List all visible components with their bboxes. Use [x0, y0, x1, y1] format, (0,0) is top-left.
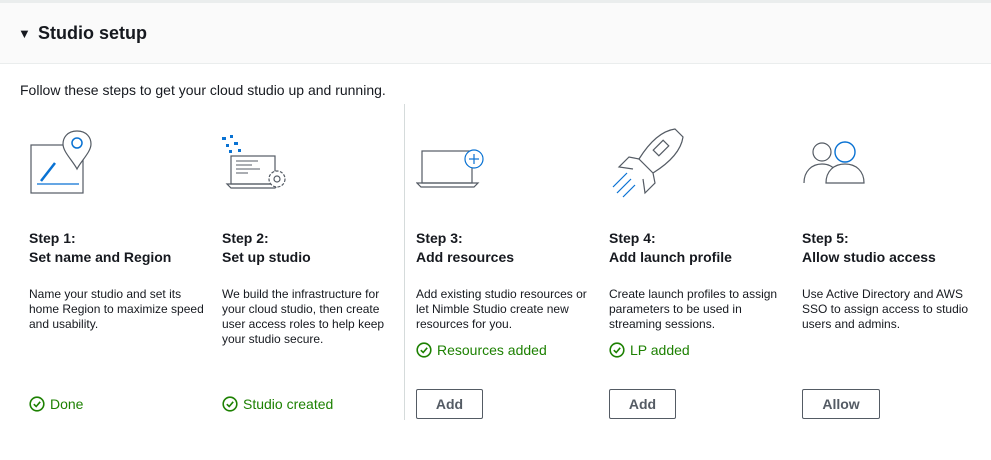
status-lp-added: LP added	[609, 342, 690, 358]
intro-text: Follow these steps to get your cloud stu…	[20, 82, 386, 98]
status-studio-created: Studio created	[222, 396, 333, 412]
status-label: LP added	[630, 342, 690, 358]
panel-title: Studio setup	[38, 22, 147, 43]
step-3: Step 3: Add resources Add existing studi…	[416, 125, 601, 425]
step-number: Step 2:	[222, 230, 269, 246]
step-number: Step 5:	[802, 230, 849, 246]
rocket-icon	[612, 128, 684, 198]
step-description: Add existing studio resources or let Nim…	[416, 287, 587, 331]
step-title: Add resources	[416, 249, 515, 265]
check-circle-icon	[222, 396, 238, 412]
step-description: Create launch profiles to assign paramet…	[609, 287, 778, 331]
laptop-add-icon	[416, 149, 484, 188]
users-icon	[803, 141, 865, 184]
step-number: Step 1:	[29, 230, 76, 246]
step-4: Step 4: Add launch profile Create launch…	[609, 125, 794, 425]
step-description: Name your studio and set its home Region…	[29, 287, 204, 331]
step-title: Add launch profile	[609, 249, 732, 265]
studio-setup-header[interactable]: ▼ Studio setup	[0, 3, 991, 64]
step-title: Allow studio access	[802, 249, 936, 265]
step-description: Use Active Directory and AWS SSO to assi…	[802, 287, 969, 331]
status-done: Done	[29, 396, 83, 412]
step-2: Step 2: Set up studio We build the infra…	[222, 125, 407, 425]
check-circle-icon	[416, 342, 432, 358]
add-resources-button[interactable]: Add	[416, 389, 483, 419]
status-label: Resources added	[437, 342, 547, 358]
add-launch-profile-button[interactable]: Add	[609, 389, 676, 419]
status-label: Done	[50, 396, 84, 412]
status-resources-added: Resources added	[416, 342, 547, 358]
step-number: Step 3:	[416, 230, 463, 246]
check-circle-icon	[29, 396, 45, 412]
step-description: We build the infrastructure for your clo…	[222, 287, 385, 346]
status-label: Studio created	[243, 396, 334, 412]
step-number: Step 4:	[609, 230, 656, 246]
step-1: Step 1: Set name and Region Name your st…	[29, 125, 214, 425]
allow-access-button[interactable]: Allow	[802, 389, 880, 419]
map-pin-edit-icon	[30, 130, 92, 194]
caret-down-icon[interactable]: ▼	[18, 26, 38, 41]
step-5: Step 5: Allow studio access Use Active D…	[802, 125, 987, 425]
laptop-gear-icon	[222, 135, 286, 189]
step-title: Set up studio	[222, 249, 311, 265]
step-title: Set name and Region	[29, 249, 172, 265]
check-circle-icon	[609, 342, 625, 358]
